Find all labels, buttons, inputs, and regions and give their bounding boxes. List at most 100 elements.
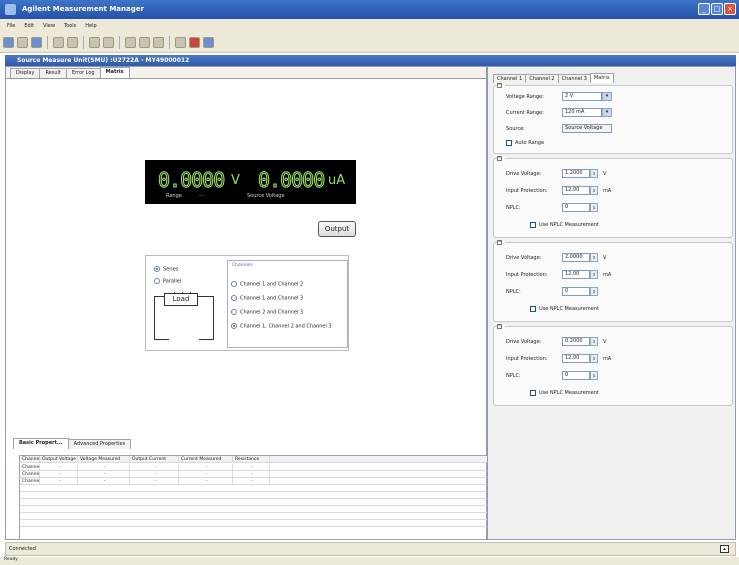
menu-edit[interactable]: Edit: [24, 23, 34, 29]
connect-icon[interactable]: [3, 37, 14, 48]
menu-file[interactable]: File: [7, 23, 15, 29]
spinner-icon[interactable]: ⇕: [590, 253, 598, 262]
instrument-window-title: Source Measure Unit(SMU) :U2722A - MY490…: [5, 55, 736, 66]
nplc-input[interactable]: 0: [562, 287, 590, 296]
input-protection-input[interactable]: 12.00: [562, 270, 590, 279]
input-protection-input[interactable]: 12.00: [562, 354, 590, 363]
channels-title: Channels: [232, 263, 253, 268]
channel-1-2-3-radio[interactable]: [231, 323, 237, 329]
load-box: Load: [164, 293, 198, 306]
nplc-input[interactable]: 0: [562, 203, 590, 212]
table-row: [20, 506, 488, 513]
drive-voltage-label: Drive Voltage:: [506, 255, 542, 261]
tab-matrix[interactable]: Matrix: [99, 67, 130, 78]
drive-voltage-input[interactable]: 0.2000: [562, 337, 590, 346]
channel-option-1-2[interactable]: Channel 1 and Channel 2: [231, 281, 303, 288]
chevron-down-icon[interactable]: ▾: [602, 108, 612, 117]
undo-icon[interactable]: [89, 37, 100, 48]
tab-channel-1[interactable]: Channel 1: [493, 74, 527, 83]
toolbar-separator: [119, 36, 120, 49]
parallel-radio[interactable]: [154, 278, 160, 284]
column-header[interactable]: Channel: [20, 456, 40, 463]
layout-icon[interactable]: [175, 37, 186, 48]
menu-tools[interactable]: Tools: [64, 23, 76, 29]
copy-icon[interactable]: [139, 37, 150, 48]
collapse-icon[interactable]: ^: [497, 240, 502, 245]
column-header[interactable]: Voltage Measured: [78, 456, 130, 463]
source-mode-button[interactable]: Source Voltage: [562, 124, 612, 133]
cell-output-current: -: [130, 471, 179, 478]
close-button[interactable]: ×: [724, 3, 736, 15]
tab-channel-2[interactable]: Channel 2: [525, 74, 559, 83]
cell-output-current: -: [130, 464, 179, 471]
use-nplc-checkbox[interactable]: [530, 222, 536, 228]
tab-advanced-properties[interactable]: Advanced Properties: [67, 439, 132, 449]
paste-icon[interactable]: [153, 37, 164, 48]
cell-resistance: -: [233, 478, 270, 485]
channel-1-2-radio[interactable]: [231, 281, 237, 287]
tab-channel-3[interactable]: Channel 3: [557, 74, 591, 83]
drive-voltage-input[interactable]: 2.0000: [562, 253, 590, 262]
output-button[interactable]: Output: [318, 221, 356, 237]
preview-icon[interactable]: [67, 37, 78, 48]
channel-option-1-2-3[interactable]: Channel 1, Channel 2 and Channel 3: [231, 323, 332, 330]
spinner-icon[interactable]: ⇕: [590, 270, 598, 279]
table-row[interactable]: Channe... - - - - -: [20, 478, 488, 485]
open-icon[interactable]: [17, 37, 28, 48]
tab-result[interactable]: Result: [39, 68, 67, 78]
tab-basic-properties[interactable]: Basic Propert...: [13, 438, 69, 449]
group-caption: ^: [497, 156, 505, 161]
spinner-icon[interactable]: ⇕: [590, 287, 598, 296]
redo-icon[interactable]: [103, 37, 114, 48]
cell-resistance: -: [233, 464, 270, 471]
spinner-icon[interactable]: ⇕: [590, 169, 598, 178]
channel-option-1-3[interactable]: Channel 1 and Channel 3: [231, 295, 303, 302]
menu-help[interactable]: Help: [85, 23, 96, 29]
mode-series[interactable]: Series: [154, 266, 178, 273]
stop-icon[interactable]: [189, 37, 200, 48]
current-range-select[interactable]: 120 mA: [562, 108, 602, 117]
series-radio[interactable]: [154, 266, 160, 272]
table-row[interactable]: Channe... - - - - -: [20, 464, 488, 471]
spinner-icon[interactable]: ⇕: [590, 203, 598, 212]
save-icon[interactable]: [31, 37, 42, 48]
tab-matrix-settings[interactable]: Matrix: [589, 73, 614, 83]
input-protection-input[interactable]: 12.00: [562, 186, 590, 195]
maximize-button[interactable]: □: [711, 3, 723, 15]
nplc-input[interactable]: 0: [562, 371, 590, 380]
channel-1-3-radio[interactable]: [231, 295, 237, 301]
collapse-icon[interactable]: ^: [497, 83, 502, 88]
collapse-icon[interactable]: ^: [497, 324, 502, 329]
channel-option-2-3[interactable]: Channel 2 and Channel 3: [231, 309, 303, 316]
expand-icon[interactable]: ▴: [720, 545, 729, 553]
use-nplc-checkbox[interactable]: [530, 390, 536, 396]
spinner-icon[interactable]: ⇕: [590, 371, 598, 380]
drive-voltage-input[interactable]: 1.2000: [562, 169, 590, 178]
minimize-button[interactable]: _: [698, 3, 710, 15]
settings-icon[interactable]: [203, 37, 214, 48]
column-header[interactable]: Current Measured: [179, 456, 233, 463]
channel-2-3-radio[interactable]: [231, 309, 237, 315]
column-header[interactable]: Resistance: [233, 456, 270, 463]
spinner-icon[interactable]: ⇕: [590, 354, 598, 363]
chevron-down-icon[interactable]: ▾: [602, 92, 612, 101]
column-header[interactable]: Output Current: [130, 456, 179, 463]
auto-range-checkbox[interactable]: [506, 140, 512, 146]
collapse-icon[interactable]: ^: [497, 156, 502, 161]
mode-parallel[interactable]: Parallel: [154, 278, 181, 285]
channel-option-label: Channel 1 and Channel 2: [240, 281, 304, 288]
table-row[interactable]: Channe... - - - - -: [20, 471, 488, 478]
voltage-range-select[interactable]: 2 V: [562, 92, 602, 101]
column-header[interactable]: Output Voltage: [40, 456, 78, 463]
cut-icon[interactable]: [125, 37, 136, 48]
tab-error-log[interactable]: Error Log: [65, 68, 101, 78]
auto-range-label: Auto Range: [515, 140, 545, 146]
menu-view[interactable]: View: [43, 23, 55, 29]
spinner-icon[interactable]: ⇕: [590, 337, 598, 346]
app-icon: [5, 4, 16, 15]
tab-display[interactable]: Display: [10, 68, 41, 78]
table-row: [20, 513, 488, 520]
spinner-icon[interactable]: ⇕: [590, 186, 598, 195]
print-icon[interactable]: [53, 37, 64, 48]
use-nplc-checkbox[interactable]: [530, 306, 536, 312]
